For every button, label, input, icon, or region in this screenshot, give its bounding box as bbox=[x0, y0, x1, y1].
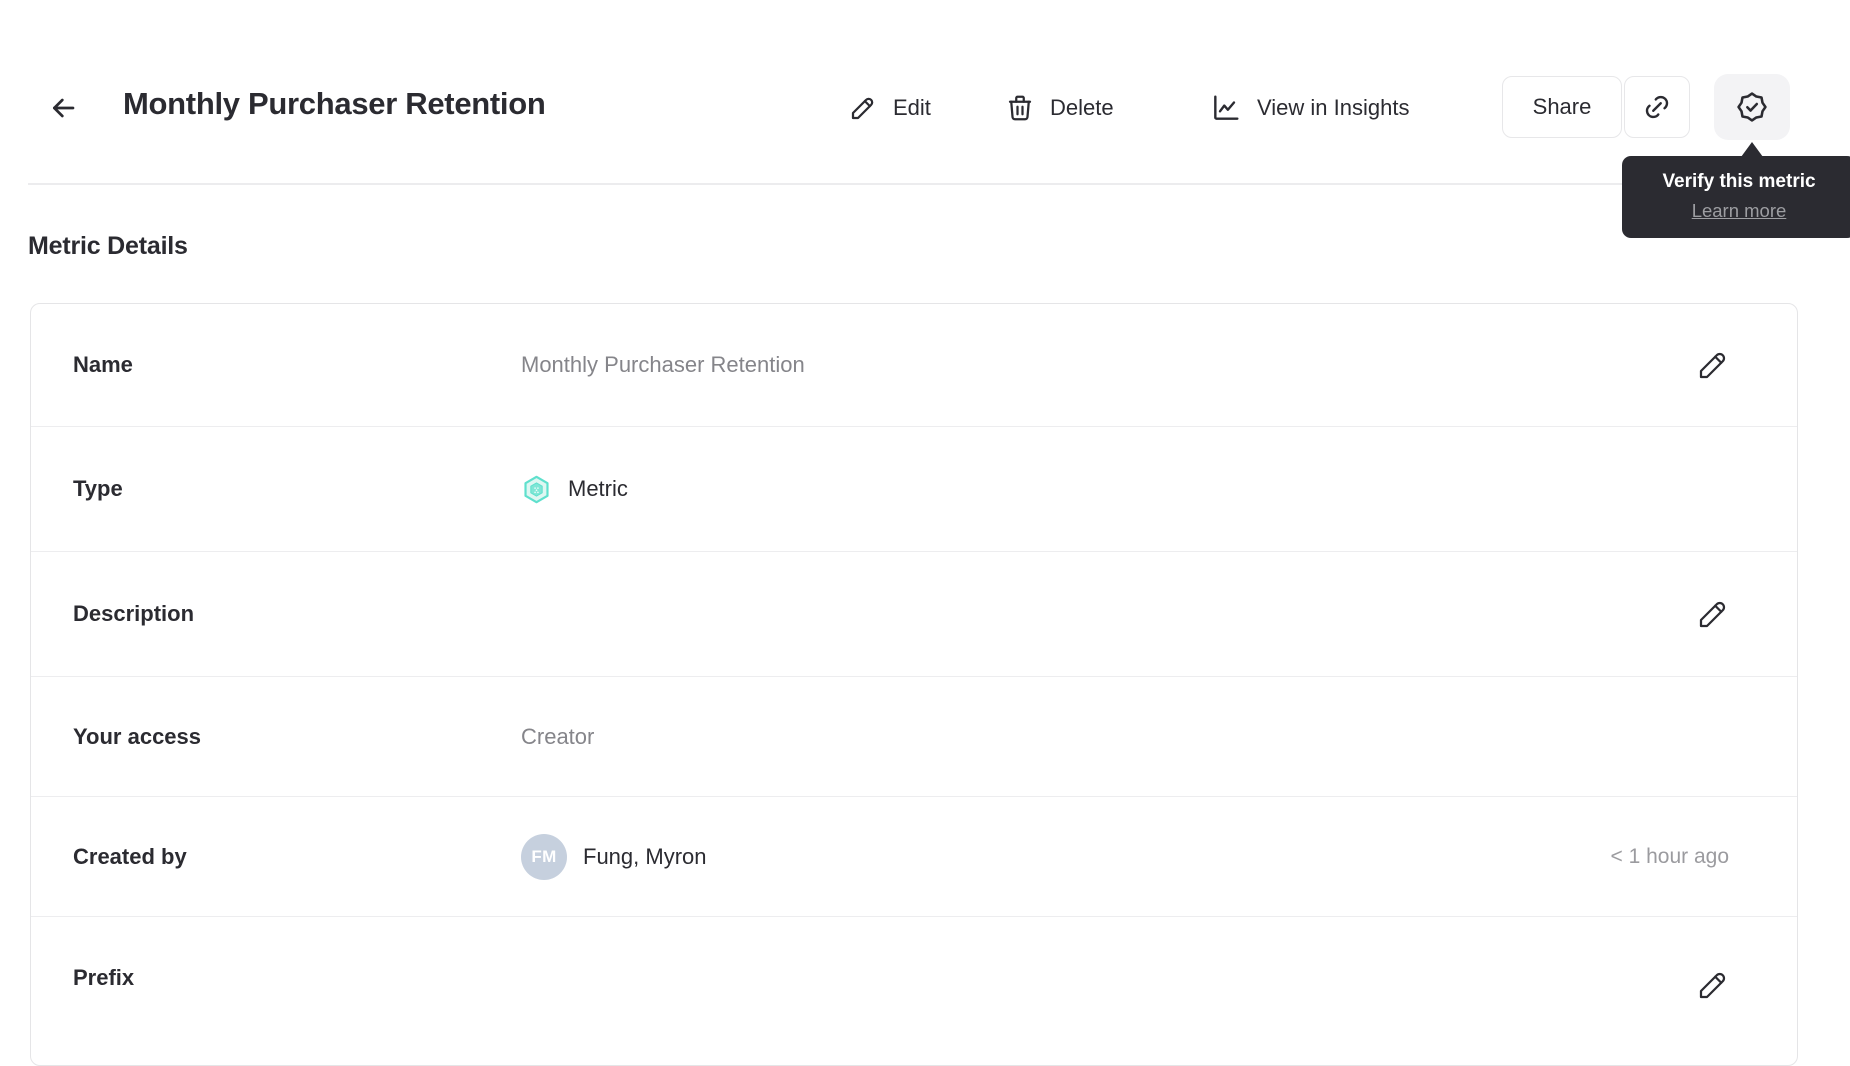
type-value: Metric bbox=[568, 476, 628, 501]
delete-button-label: Delete bbox=[1050, 95, 1114, 120]
detail-row-name: Name Monthly Purchaser Retention bbox=[31, 304, 1797, 426]
verify-metric-button[interactable] bbox=[1714, 74, 1790, 140]
your-access-value: Creator bbox=[521, 723, 595, 749]
verified-badge-icon bbox=[1735, 90, 1769, 124]
row-label: Name bbox=[73, 352, 133, 377]
delete-button[interactable]: Delete bbox=[1005, 87, 1114, 129]
edit-description-button[interactable] bbox=[1693, 594, 1733, 634]
pencil-icon bbox=[1695, 347, 1731, 383]
row-label: Your access bbox=[73, 723, 202, 749]
back-button[interactable] bbox=[42, 87, 84, 129]
detail-row-type: Type Metric bbox=[31, 426, 1797, 551]
pencil-icon bbox=[1695, 967, 1731, 1003]
pencil-icon bbox=[1695, 596, 1731, 632]
row-label: Prefix bbox=[73, 965, 135, 990]
learn-more-link[interactable]: Learn more bbox=[1692, 200, 1787, 222]
share-button-label: Share bbox=[1532, 94, 1592, 119]
trash-icon bbox=[1005, 93, 1035, 123]
link-icon bbox=[1642, 92, 1672, 122]
row-label: Type bbox=[73, 476, 123, 501]
metric-details-card: Name Monthly Purchaser Retention Type Me… bbox=[30, 303, 1798, 1066]
row-label: Created by bbox=[73, 843, 187, 869]
edit-button-label: Edit bbox=[893, 95, 931, 120]
verify-tooltip: Verify this metric Learn more bbox=[1622, 142, 1850, 238]
created-timestamp: < 1 hour ago bbox=[1610, 844, 1729, 868]
view-in-insights-button[interactable]: View in Insights bbox=[1210, 87, 1409, 129]
detail-row-description: Description bbox=[31, 551, 1797, 676]
share-button[interactable]: Share bbox=[1502, 76, 1622, 138]
section-title: Metric Details bbox=[28, 232, 188, 260]
page-title: Monthly Purchaser Retention bbox=[123, 86, 546, 121]
tooltip-arrow bbox=[1741, 142, 1763, 157]
detail-row-prefix: Prefix bbox=[31, 916, 1797, 1066]
line-chart-icon bbox=[1210, 92, 1242, 124]
pencil-icon bbox=[848, 93, 878, 123]
created-by-value: Fung, Myron bbox=[583, 843, 707, 869]
metric-hexagon-icon bbox=[521, 474, 552, 505]
tooltip-title: Verify this metric bbox=[1662, 171, 1816, 192]
edit-button[interactable]: Edit bbox=[848, 87, 931, 129]
arrow-left-icon bbox=[47, 92, 79, 124]
copy-link-button[interactable] bbox=[1624, 76, 1690, 138]
header-divider bbox=[28, 183, 1850, 185]
edit-name-button[interactable] bbox=[1693, 345, 1733, 385]
detail-row-created-by: Created by FM Fung, Myron < 1 hour ago bbox=[31, 796, 1797, 916]
avatar: FM bbox=[521, 833, 567, 880]
edit-prefix-button[interactable] bbox=[1693, 965, 1733, 1005]
view-in-insights-label: View in Insights bbox=[1257, 95, 1410, 120]
detail-row-your-access: Your access Creator bbox=[31, 676, 1797, 796]
row-label: Description bbox=[73, 601, 195, 626]
name-value: Monthly Purchaser Retention bbox=[521, 352, 805, 377]
